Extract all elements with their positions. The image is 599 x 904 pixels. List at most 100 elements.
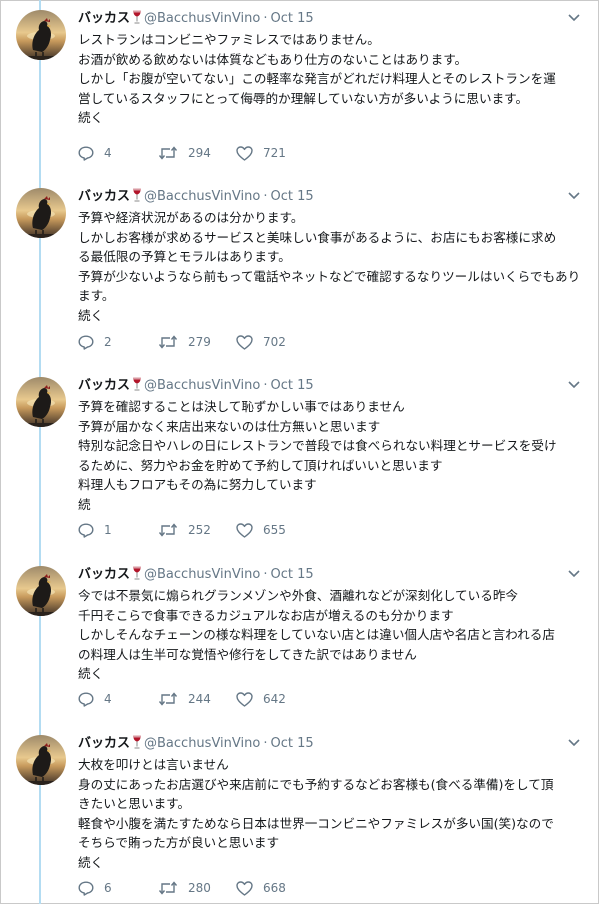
chevron-down-icon[interactable] — [568, 14, 580, 22]
like-count: 702 — [263, 335, 286, 349]
retweet-icon — [158, 523, 178, 537]
wine-glass-icon — [133, 10, 141, 24]
user-handle[interactable]: @BacchusVinVino — [144, 567, 260, 582]
user-handle[interactable]: @BacchusVinVino — [144, 189, 260, 204]
retweet-button[interactable]: 280 — [158, 878, 211, 898]
tweet-text-line: 千円そこらで食事できるカジュアルなお店が増えるのも分かります — [78, 607, 454, 623]
retweet-button[interactable]: 294 — [158, 143, 211, 163]
like-count: 668 — [263, 881, 286, 895]
user-handle[interactable]: @BacchusVinVino — [144, 736, 260, 751]
tweet-text-line: る最低限の予算とモラルはあります。 — [78, 249, 291, 264]
reply-count: 1 — [104, 523, 112, 537]
reply-icon — [78, 523, 94, 538]
reply-icon — [78, 335, 94, 350]
chevron-down-icon[interactable] — [568, 570, 580, 578]
like-button[interactable]: 721 — [236, 143, 286, 163]
separator-dot: · — [263, 189, 268, 204]
reply-button[interactable]: 4 — [78, 689, 112, 709]
like-button[interactable]: 668 — [236, 878, 286, 898]
tweet-date[interactable]: Oct 15 — [270, 378, 313, 393]
tweet-actions: 4 294 721 — [78, 143, 338, 163]
tweet[interactable]: バッカス @BacchusVinVino · Oct 15 レストランはコンビニやファ… — [0, 0, 599, 178]
tweet-text-line: 料理人もフロアもその為に努力しています — [78, 477, 317, 492]
tweet-text-line: 続く — [78, 307, 104, 323]
separator-dot: · — [263, 11, 268, 26]
display-name[interactable]: バッカス — [78, 567, 130, 582]
tweet-text-line: 予算が少ないようなら前もって電話やネットなどで確認するなりツールはいくらでもあり — [78, 268, 581, 284]
tweet-text: 大枚を叩けとは言いません身の丈にあったお店選びや来店前にでも予約するなどお客様も… — [78, 755, 578, 872]
avatar[interactable] — [16, 377, 66, 427]
avatar[interactable] — [16, 566, 66, 616]
reply-button[interactable]: 1 — [78, 520, 112, 540]
tweet-text-line: 予算を確認することは決して恥ずかしい事ではありません — [78, 399, 405, 414]
tweet-date[interactable]: Oct 15 — [270, 11, 313, 26]
reply-icon — [78, 881, 94, 896]
retweet-button[interactable]: 252 — [158, 520, 211, 540]
tweet-actions: 6 280 668 — [78, 878, 338, 898]
retweet-icon — [158, 146, 178, 160]
reply-icon — [78, 692, 94, 707]
retweet-button[interactable]: 279 — [158, 332, 211, 352]
tweet-text: 予算を確認することは決して恥ずかしい事ではありません 予算が届かなく来店出来ないの… — [78, 397, 578, 514]
tweet-date[interactable]: Oct 15 — [270, 189, 313, 204]
like-icon — [236, 334, 253, 350]
display-name[interactable]: バッカス — [78, 11, 130, 26]
tweet-actions: 4 244 642 — [78, 689, 338, 709]
tweet-text-line: 大枚を叩けとは言いません — [78, 757, 229, 772]
tweet-text-line: 続く — [78, 666, 104, 681]
tweet-header: バッカス @BacchusVinVino · Oct 15 — [78, 10, 314, 28]
tweet[interactable]: バッカス @BacchusVinVino · Oct 15 今では不景気に煽られグラン… — [0, 556, 599, 725]
reply-count: 4 — [104, 146, 112, 160]
display-name[interactable]: バッカス — [78, 189, 130, 204]
user-handle[interactable]: @BacchusVinVino — [144, 11, 260, 26]
tweet[interactable]: バッカス @BacchusVinVino · Oct 15 予算を確認することは決して… — [0, 367, 599, 556]
tweet-text-line: 予算が届かなく来店出来ないのは仕方無いと思います — [78, 418, 381, 434]
tweet-text-line: 続 — [78, 496, 91, 512]
tweet-text-line: しかしお客様が求めるサービスと美味しい食事があるように、お店にもお客様に求め — [78, 229, 557, 245]
tweet-text-line: きたいと思います。 — [78, 796, 191, 811]
like-icon — [236, 145, 253, 161]
tweet-text-line: 今では不景気に煽られグランメゾンや外食、酒離れなどが深刻化している昨今 — [78, 588, 519, 603]
tweet-actions: 2 279 702 — [78, 332, 338, 352]
user-handle[interactable]: @BacchusVinVino — [144, 378, 260, 393]
like-count: 655 — [263, 523, 286, 537]
tweet[interactable]: バッカス @BacchusVinVino · Oct 15 大枚を叩けとは言いません身… — [0, 725, 599, 904]
like-icon — [236, 691, 253, 707]
tweet-header: バッカス @BacchusVinVino · Oct 15 — [78, 377, 314, 395]
retweet-count: 279 — [188, 335, 211, 349]
avatar[interactable] — [16, 188, 66, 238]
tweet-header: バッカス @BacchusVinVino · Oct 15 — [78, 188, 314, 206]
avatar[interactable] — [16, 10, 66, 60]
tweet-header: バッカス @BacchusVinVino · Oct 15 — [78, 735, 314, 753]
like-button[interactable]: 655 — [236, 520, 286, 540]
tweet-text-line: 営しているスタッフにとって侮辱的か理解していない方が多いように思います。 — [78, 90, 529, 106]
retweet-count: 280 — [188, 881, 211, 895]
reply-button[interactable]: 6 — [78, 878, 112, 898]
tweet[interactable]: バッカス @BacchusVinVino · Oct 15 予算や経済状況があるのは分… — [0, 178, 599, 367]
like-count: 721 — [263, 146, 286, 160]
tweet-text-line: しかし「お腹が空いてない」この軽率な発言がどれだけ料理人とそのレストランを運 — [78, 71, 556, 86]
like-button[interactable]: 642 — [236, 689, 286, 709]
wine-glass-icon — [133, 735, 141, 749]
tweet-date[interactable]: Oct 15 — [270, 736, 313, 751]
like-button[interactable]: 702 — [236, 332, 286, 352]
reply-button[interactable]: 4 — [78, 143, 112, 163]
reply-button[interactable]: 2 — [78, 332, 112, 352]
chevron-down-icon[interactable] — [568, 739, 580, 747]
retweet-count: 294 — [188, 146, 211, 160]
display-name[interactable]: バッカス — [78, 378, 130, 393]
display-name[interactable]: バッカス — [78, 736, 130, 751]
tweet-actions: 1 252 655 — [78, 520, 338, 540]
chevron-down-icon[interactable] — [568, 192, 580, 200]
tweet-text-line: 身の丈にあったお店選びや来店前にでも予約するなどお客様も(食べる準備)をして頂 — [78, 776, 554, 792]
tweet-text-line: そちらで賄った方が良いと思います — [78, 835, 280, 850]
retweet-button[interactable]: 244 — [158, 689, 211, 709]
like-count: 642 — [263, 692, 286, 706]
chevron-down-icon[interactable] — [568, 381, 580, 389]
wine-glass-icon — [133, 188, 141, 202]
separator-dot: · — [263, 736, 268, 751]
tweet-date[interactable]: Oct 15 — [270, 567, 313, 582]
reply-count: 2 — [104, 335, 112, 349]
avatar[interactable] — [16, 735, 66, 785]
reply-count: 4 — [104, 692, 112, 706]
